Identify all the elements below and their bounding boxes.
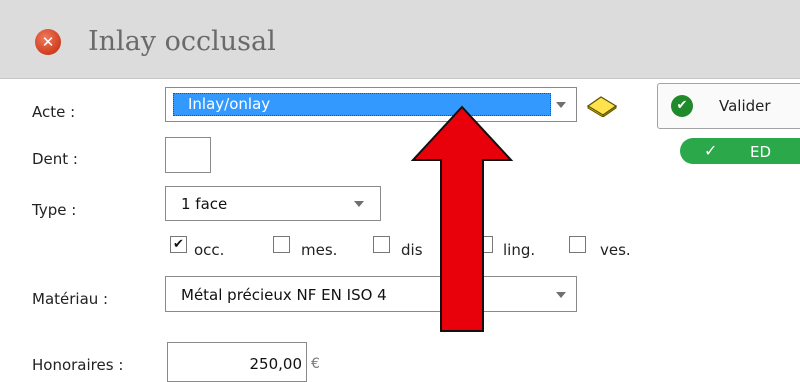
checkbox-occ-label: occ. bbox=[194, 241, 225, 259]
euro-currency: € bbox=[311, 356, 320, 372]
acte-label: Acte : bbox=[32, 103, 76, 121]
ed-badge[interactable]: ✓ ED bbox=[680, 138, 800, 164]
honoraires-value: 250,00 bbox=[249, 355, 303, 373]
materiau-label: Matériau : bbox=[32, 290, 109, 308]
checkbox-dis[interactable] bbox=[373, 236, 390, 253]
chevron-down-icon bbox=[556, 102, 566, 108]
ed-label: ED bbox=[750, 143, 772, 161]
chevron-down-icon bbox=[354, 201, 364, 207]
dent-label: Dent : bbox=[32, 150, 78, 168]
checkbox-ves[interactable] bbox=[569, 236, 586, 253]
red-annotation-arrow bbox=[410, 104, 514, 334]
close-icon[interactable]: ✕ bbox=[35, 29, 61, 55]
acte-select[interactable]: Inlay/onlay bbox=[165, 87, 577, 122]
materiau-select-value: Métal précieux NF EN ISO 4 bbox=[181, 286, 387, 304]
type-select[interactable]: 1 face bbox=[165, 186, 381, 221]
type-label: Type : bbox=[32, 201, 77, 219]
checkbox-mes-label: mes. bbox=[301, 241, 338, 259]
checkbox-mes[interactable] bbox=[273, 236, 290, 253]
honoraires-label: Honoraires : bbox=[32, 356, 124, 374]
validate-button[interactable]: ✔ Valider bbox=[657, 83, 800, 129]
type-select-value: 1 face bbox=[181, 195, 228, 213]
honoraires-input[interactable]: 250,00 bbox=[167, 342, 307, 382]
title-bar: ✕ Inlay occlusal bbox=[0, 0, 800, 79]
checkbox-occ[interactable]: ✔ bbox=[170, 236, 187, 253]
checkmark-icon: ✔ bbox=[671, 95, 693, 117]
materiau-select[interactable]: Métal précieux NF EN ISO 4 bbox=[165, 276, 577, 312]
validate-button-label: Valider bbox=[719, 97, 771, 115]
checkbox-ves-label: ves. bbox=[600, 241, 631, 259]
chevron-down-icon bbox=[556, 292, 566, 298]
window-title: Inlay occlusal bbox=[88, 26, 276, 57]
eraser-icon[interactable] bbox=[586, 95, 618, 118]
dent-input[interactable] bbox=[165, 137, 211, 173]
ed-check-icon: ✓ bbox=[704, 141, 718, 160]
